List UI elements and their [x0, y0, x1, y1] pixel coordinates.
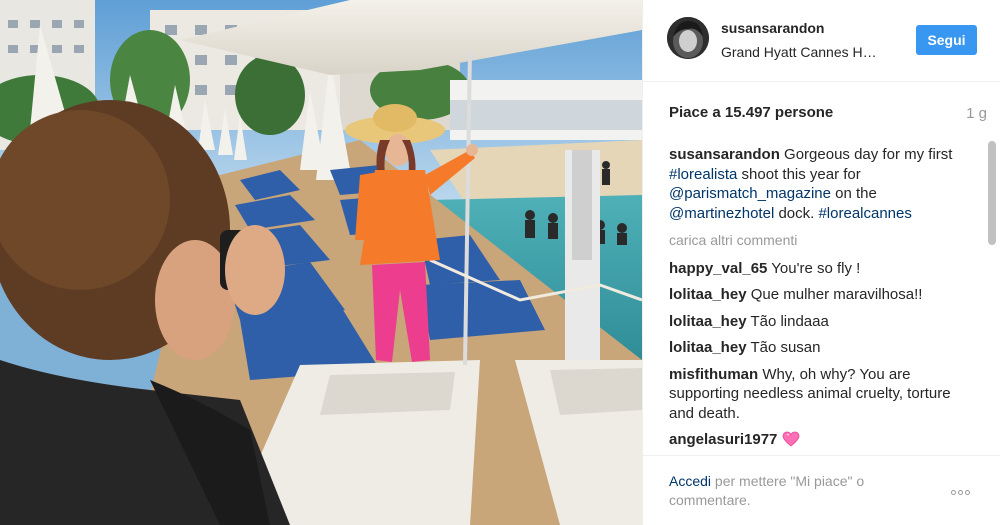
- avatar[interactable]: [667, 17, 709, 59]
- comment-text: You're so fly !: [767, 259, 861, 277]
- comment-text: Tão lindaaa: [746, 312, 829, 330]
- comment-username[interactable]: misfithuman: [669, 366, 758, 383]
- comment-username[interactable]: angelasuri1977: [669, 431, 777, 448]
- caption-text-2: shoot this year for: [737, 165, 861, 183]
- comment-username[interactable]: lolitaa_hey: [669, 313, 747, 330]
- scrollbar-thumb[interactable]: [988, 141, 996, 245]
- load-more-comments[interactable]: carica altri commenti: [669, 231, 959, 251]
- mention-martinezhotel[interactable]: @martinezhotel: [669, 205, 774, 222]
- comment-text: Tão susan: [746, 339, 821, 356]
- comment-username[interactable]: lolitaa_hey: [669, 339, 747, 356]
- caption: susansarandon Gorgeous day for my first …: [669, 145, 959, 223]
- caption-text-3: on the: [830, 185, 877, 202]
- post-location[interactable]: Grand Hyatt Cannes H…: [721, 44, 901, 60]
- comment-text: Que mulher maravilhosa!!: [746, 286, 923, 303]
- avatar-image: [667, 17, 709, 59]
- list-item: lolitaa_hey Tão lindaaa: [669, 312, 959, 332]
- list-item: angelasuri1977: [669, 430, 959, 450]
- mention-parismatch[interactable]: @parismatch_magazine: [669, 185, 831, 202]
- login-prompt: Accedi per mettere "Mi piace" o commenta…: [669, 472, 939, 510]
- caption-text-4: dock.: [774, 204, 819, 222]
- follow-button[interactable]: Segui: [916, 25, 977, 55]
- heart-emoji-icon: [782, 431, 800, 447]
- post-photo[interactable]: [0, 0, 642, 525]
- comment-username[interactable]: happy_val_65: [669, 260, 767, 277]
- list-item: lolitaa_hey Tão susan: [669, 338, 959, 358]
- caption-text-1: Gorgeous day for my first: [779, 146, 953, 163]
- hashtag-lorealista[interactable]: #lorealista: [669, 166, 737, 183]
- post-username[interactable]: susansarandon: [721, 20, 824, 36]
- photo-illustration: [0, 0, 642, 525]
- list-item: happy_val_65 You're so fly !: [669, 259, 959, 279]
- caption-username[interactable]: susansarandon: [669, 146, 780, 163]
- hashtag-lorealcannes[interactable]: #lorealcannes: [818, 205, 911, 222]
- post-header: susansarandon Grand Hyatt Cannes H… Segu…: [643, 0, 1000, 82]
- post-time[interactable]: 1 g: [966, 105, 987, 122]
- likes-row: Piace a 15.497 persone 1 g: [667, 104, 987, 126]
- comments-list[interactable]: susansarandon Gorgeous day for my first …: [669, 145, 959, 457]
- list-item: misfithuman Why, oh why? You are support…: [669, 365, 959, 424]
- post-side-panel: susansarandon Grand Hyatt Cannes H… Segu…: [642, 0, 1000, 525]
- login-link[interactable]: Accedi: [669, 473, 711, 489]
- more-options-icon[interactable]: [951, 482, 981, 495]
- likes-count[interactable]: Piace a 15.497 persone: [669, 104, 833, 121]
- comments-scrollbar[interactable]: [988, 137, 996, 457]
- post-footer: Accedi per mettere "Mi piace" o commenta…: [643, 455, 1000, 525]
- comment-username[interactable]: lolitaa_hey: [669, 286, 747, 303]
- list-item: lolitaa_hey Que mulher maravilhosa!!: [669, 285, 959, 305]
